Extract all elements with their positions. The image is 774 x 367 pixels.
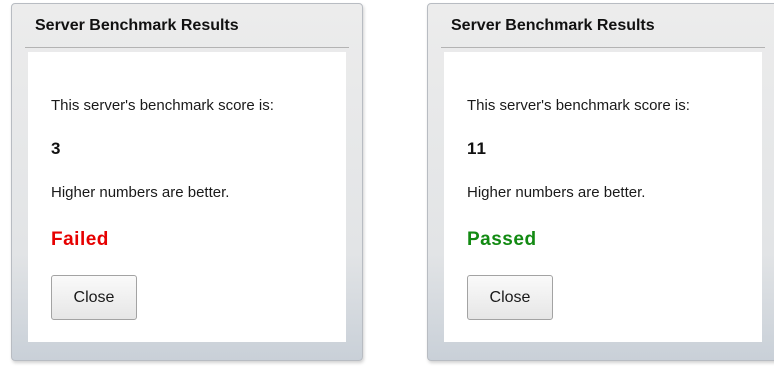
benchmark-dialog-passed: Server Benchmark Results This server's b… [427, 3, 774, 361]
dialog-content: This server's benchmark score is: 3 High… [28, 52, 346, 342]
score-hint-text: Higher numbers are better. [467, 184, 646, 201]
score-intro-text: This server's benchmark score is: [51, 97, 274, 114]
dialog-title: Server Benchmark Results [35, 16, 239, 34]
close-button[interactable]: Close [51, 275, 137, 320]
benchmark-score-value: 11 [467, 139, 487, 158]
dialog-titlebar: Server Benchmark Results [25, 4, 349, 48]
status-failed-label: Failed [51, 229, 109, 250]
close-button[interactable]: Close [467, 275, 553, 320]
benchmark-dialog-failed: Server Benchmark Results This server's b… [11, 3, 363, 361]
status-passed-label: Passed [467, 229, 537, 250]
dialog-content: This server's benchmark score is: 11 Hig… [444, 52, 762, 342]
score-hint-text: Higher numbers are better. [51, 184, 230, 201]
score-intro-text: This server's benchmark score is: [467, 97, 690, 114]
dialog-title: Server Benchmark Results [451, 16, 655, 34]
dialog-titlebar: Server Benchmark Results [441, 4, 765, 48]
benchmark-score-value: 3 [51, 139, 62, 158]
